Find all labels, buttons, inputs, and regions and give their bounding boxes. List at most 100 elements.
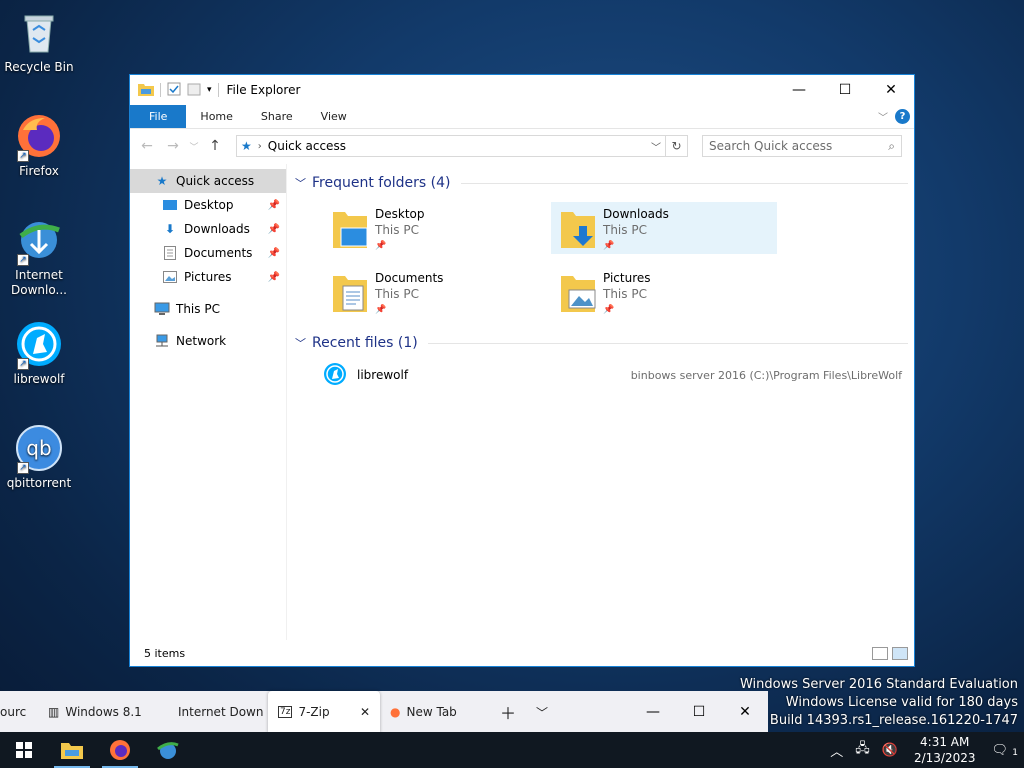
documents-icon <box>162 245 178 261</box>
browser-tab-active[interactable]: 7z 7-Zip ✕ <box>268 691 380 733</box>
browser-tab[interactable]: ● New Tab <box>380 691 490 733</box>
desktop-icon-label: Firefox <box>19 164 59 178</box>
maximize-button[interactable]: ☐ <box>822 75 868 105</box>
quick-access-star-icon: ★ <box>241 139 252 153</box>
browser-tab[interactable]: ourc <box>0 691 38 733</box>
nav-item-downloads[interactable]: ⬇ Downloads 📌 <box>130 217 286 241</box>
nav-item-documents[interactable]: Documents 📌 <box>130 241 286 265</box>
watermark-line: Windows Server 2016 Standard Evaluation <box>739 677 1018 692</box>
new-folder-icon[interactable] <box>187 82 201 99</box>
title-bar[interactable]: ▾ File Explorer — ☐ ✕ <box>130 75 914 105</box>
desktop-icon-internet-download-manager[interactable]: ↗ Internet Downlo... <box>1 216 77 298</box>
action-center-icon[interactable]: 🗨 1 <box>985 743 1024 758</box>
nav-item-this-pc[interactable]: This PC <box>130 297 286 321</box>
recent-file-path: binbows server 2016 (C:)\Program Files\L… <box>630 368 902 382</box>
expand-ribbon-icon[interactable]: ﹀ <box>878 109 888 124</box>
address-bar[interactable]: ★ › Quick access ﹀ ↻ <box>236 135 688 157</box>
recent-locations-icon[interactable]: ﹀ <box>188 140 200 153</box>
clock[interactable]: 4:31 AM 2/13/2023 <box>904 734 986 766</box>
minimize-button[interactable]: — <box>776 75 822 105</box>
idm-icon <box>157 742 179 759</box>
nav-label: Pictures <box>184 270 232 284</box>
recent-file-row[interactable]: librewolf binbows server 2016 (C:)\Progr… <box>295 360 908 390</box>
network-icon <box>154 333 170 349</box>
librewolf-icon: ↗ <box>15 320 63 370</box>
downloads-arrow-icon: ⬇ <box>164 222 176 236</box>
taskbar-idm[interactable] <box>144 732 192 768</box>
status-bar: 5 items <box>130 640 914 666</box>
browser-tab[interactable]: ▥ Windows 8.1 <box>38 691 168 733</box>
tab-view[interactable]: View <box>307 105 361 128</box>
browser-close-button[interactable]: ✕ <box>722 704 768 720</box>
browser-maximize-button[interactable]: ☐ <box>676 704 722 720</box>
address-text[interactable]: Quick access <box>268 139 346 153</box>
group-title: Frequent folders (4) <box>312 175 451 191</box>
tab-file[interactable]: File <box>130 105 187 128</box>
pin-icon[interactable]: 📌 <box>268 200 280 211</box>
pin-icon: 📌 <box>603 305 615 315</box>
collapse-chevron-icon[interactable]: ﹀ <box>295 335 306 351</box>
up-arrow-icon[interactable]: ↑ <box>204 138 226 154</box>
show-hidden-icons-icon[interactable]: ︿ <box>824 741 849 760</box>
start-button[interactable] <box>0 732 48 768</box>
breadcrumb-chevron-icon[interactable]: › <box>258 141 262 152</box>
recent-file-name: librewolf <box>357 368 409 382</box>
tab-home[interactable]: Home <box>186 105 246 128</box>
desktop-icon <box>162 197 178 213</box>
firefox-icon: ● <box>390 705 401 719</box>
browser-tab[interactable]: Internet Down <box>168 691 268 733</box>
nav-item-quick-access[interactable]: ★ Quick access <box>130 169 286 193</box>
desktop-icon-librewolf[interactable]: ↗ librewolf <box>1 320 77 387</box>
properties-icon[interactable] <box>167 82 181 99</box>
pin-icon: 📌 <box>375 305 387 315</box>
desktop-icon-firefox[interactable]: ↗ Firefox <box>1 112 77 179</box>
back-arrow-icon[interactable]: ← <box>136 138 158 154</box>
close-button[interactable]: ✕ <box>868 75 914 105</box>
customize-qat-icon[interactable]: ▾ <box>207 85 212 95</box>
shortcut-arrow-icon: ↗ <box>17 254 29 266</box>
collapse-chevron-icon[interactable]: ﹀ <box>295 175 306 191</box>
folder-name: Downloads <box>603 207 669 221</box>
idm-icon: ↗ <box>15 216 63 266</box>
help-icon[interactable]: ? <box>895 109 910 124</box>
desktop-icon-label: librewolf <box>13 372 65 386</box>
new-tab-icon[interactable]: ＋ <box>490 691 526 733</box>
list-tabs-icon[interactable]: ﹀ <box>526 691 558 733</box>
recent-files-header[interactable]: ﹀ Recent files (1) <box>295 332 908 354</box>
search-icon: ⌕ <box>888 138 895 153</box>
folder-tile-desktop[interactable]: Desktop This PC 📌 <box>323 202 549 254</box>
address-dropdown-icon[interactable]: ﹀ <box>651 139 661 154</box>
forward-arrow-icon[interactable]: → <box>162 138 184 154</box>
browser-minimize-button[interactable]: — <box>630 704 676 720</box>
taskbar-firefox[interactable] <box>96 732 144 768</box>
tab-share[interactable]: Share <box>247 105 307 128</box>
pin-icon: 📌 <box>603 241 615 251</box>
recycle-bin-icon <box>15 8 63 56</box>
folder-name: Pictures <box>603 271 651 285</box>
folder-tile-downloads[interactable]: Downloads This PC 📌 <box>551 202 777 254</box>
desktop-icon-recycle-bin[interactable]: Recycle Bin <box>1 8 77 75</box>
large-icons-view-icon[interactable] <box>892 647 908 660</box>
pin-icon[interactable]: 📌 <box>268 248 280 259</box>
volume-muted-icon[interactable]: 🔇 <box>876 743 904 758</box>
folder-location: This PC <box>375 287 419 301</box>
close-tab-icon[interactable]: ✕ <box>360 705 370 719</box>
ribbon-tabs: File Home Share View ﹀ ? <box>130 105 914 129</box>
frequent-folders-header[interactable]: ﹀ Frequent folders (4) <box>295 172 908 194</box>
navigation-pane: ★ Quick access Desktop 📌 ⬇ Downloads 📌 D… <box>130 164 287 640</box>
refresh-icon[interactable]: ↻ <box>665 136 687 156</box>
desktop-icon-qbittorrent[interactable]: qb ↗ qbittorrent <box>1 424 77 491</box>
folder-tile-documents[interactable]: Documents This PC 📌 <box>323 266 549 318</box>
pin-icon[interactable]: 📌 <box>268 224 280 235</box>
taskbar-file-explorer[interactable] <box>48 732 96 768</box>
search-box[interactable]: Search Quick access ⌕ <box>702 135 902 157</box>
pin-icon[interactable]: 📌 <box>268 272 280 283</box>
nav-item-network[interactable]: Network <box>130 329 286 353</box>
folder-name: Documents <box>375 271 444 285</box>
folder-location: This PC <box>375 223 419 237</box>
details-view-icon[interactable] <box>872 647 888 660</box>
nav-item-pictures[interactable]: Pictures 📌 <box>130 265 286 289</box>
network-tray-icon[interactable]: 🖧 <box>849 739 876 761</box>
nav-item-desktop[interactable]: Desktop 📌 <box>130 193 286 217</box>
folder-tile-pictures[interactable]: Pictures This PC 📌 <box>551 266 777 318</box>
